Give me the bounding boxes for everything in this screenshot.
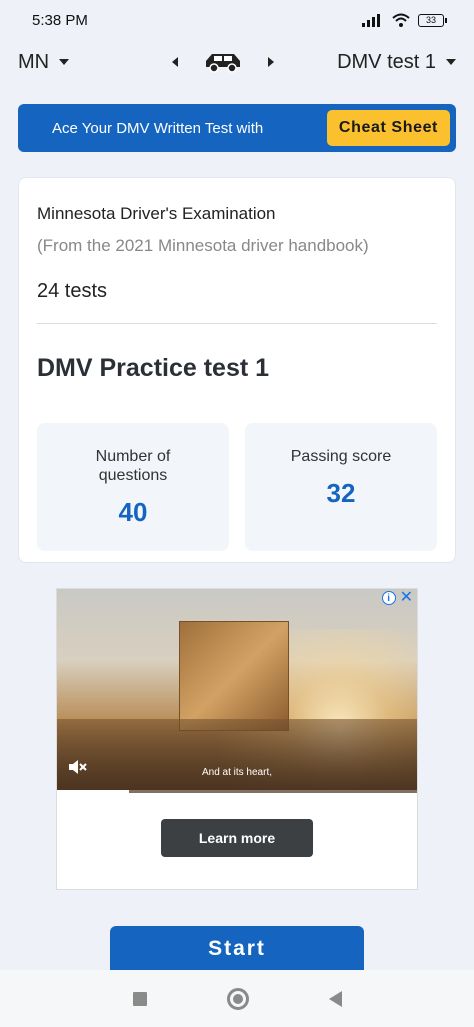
practice-test-title: DMV Practice test 1 <box>37 354 270 382</box>
system-nav-bar <box>0 970 474 1027</box>
ad-progress-bar <box>57 790 417 793</box>
test-selector[interactable]: DMV test 1 <box>337 51 456 74</box>
top-nav: MN DMV test 1 <box>0 40 474 84</box>
learn-more-button[interactable]: Learn more <box>161 819 313 857</box>
chevron-down-icon <box>59 59 70 65</box>
status-bar: 5:38 PM 33 <box>0 0 474 40</box>
status-time: 5:38 PM <box>32 11 88 29</box>
info-icon[interactable]: i <box>381 591 396 605</box>
stat-value: 40 <box>118 497 148 527</box>
test-switcher <box>172 51 275 73</box>
next-test-arrow-icon[interactable] <box>268 57 275 67</box>
stat-label: Number of questions <box>95 448 171 484</box>
signal-icon <box>362 14 380 27</box>
status-icons: 33 <box>362 13 447 27</box>
close-icon[interactable]: ✕ <box>400 590 413 606</box>
passing-score-stat: Passing score 32 <box>245 423 437 551</box>
ad-choices[interactable]: i ✕ <box>381 590 413 606</box>
test-count: 24 tests <box>37 280 108 302</box>
cheat-sheet-button[interactable]: Cheat Sheet <box>326 110 450 146</box>
stat-label: Passing score <box>290 448 392 465</box>
previous-test-arrow-icon[interactable] <box>172 57 179 67</box>
state-selector[interactable]: MN <box>18 50 70 74</box>
test-label: DMV test 1 <box>337 50 436 73</box>
questions-stat: Number of questions 40 <box>37 423 229 551</box>
wifi-icon <box>392 13 410 27</box>
ad-cube-building <box>179 621 289 731</box>
advertisement[interactable]: And at its heart, i ✕ Learn more <box>56 588 418 890</box>
promo-banner[interactable]: Ace Your DMV Written Test with Cheat She… <box>18 104 456 152</box>
recents-icon[interactable] <box>132 991 147 1006</box>
ad-progress-fill <box>57 790 129 793</box>
stats-row: Number of questions 40 Passing score 32 <box>37 423 437 551</box>
exam-source: (From the 2021 Minnesota driver handbook… <box>37 236 369 255</box>
home-icon[interactable] <box>226 987 249 1010</box>
ad-video[interactable]: And at its heart, i ✕ <box>57 589 417 793</box>
promo-text: Ace Your DMV Written Test with <box>52 119 264 137</box>
start-button[interactable]: Start <box>110 926 364 972</box>
divider <box>37 323 437 324</box>
exam-info-card: Minnesota Driver's Examination (From the… <box>18 177 456 563</box>
ad-caption: And at its heart, <box>201 767 273 778</box>
chevron-down-icon <box>446 59 456 65</box>
battery-level: 33 <box>425 14 436 25</box>
car-icon <box>206 54 241 73</box>
ad-city-skyline <box>57 719 417 793</box>
stat-value: 32 <box>326 478 356 508</box>
exam-title: Minnesota Driver's Examination <box>37 204 276 223</box>
battery-icon: 33 <box>418 13 447 27</box>
state-label: MN <box>18 50 50 73</box>
back-icon[interactable] <box>328 990 342 1007</box>
